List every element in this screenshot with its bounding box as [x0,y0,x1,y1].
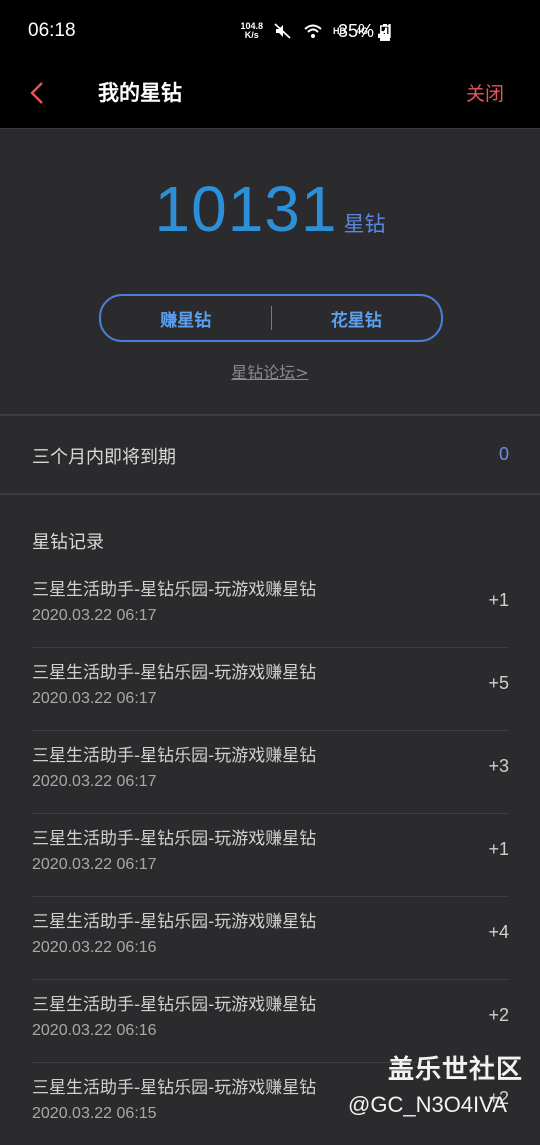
record-item[interactable]: 三星生活助手-星钻乐园-玩游戏赚星钻 2020.03.22 06:17 +1 [32,565,509,648]
record-amount: +4 [488,922,509,942]
record-amount: +1 [488,590,509,610]
watermark-user: @GC_N3O4IVA [348,1092,507,1117]
record-title: 三星生活助手-星钻乐园-玩游戏赚星钻 [32,746,317,766]
record-amount: +1 [488,839,509,859]
record-time: 2020.03.22 06:17 [32,690,157,707]
status-time: 06:18 [28,20,76,41]
record-title: 三星生活助手-星钻乐园-玩游戏赚星钻 [32,912,317,932]
battery-percent: 35% [338,21,375,41]
record-time: 2020.03.22 06:15 [32,1105,157,1122]
app-bar: 我的星钻 关闭 [0,62,540,128]
record-time: 2020.03.22 06:16 [32,939,157,956]
close-button[interactable]: 关闭 [466,79,504,106]
record-item[interactable]: 三星生活助手-星钻乐园-玩游戏赚星钻 2020.03.22 06:16 +4 [32,897,509,980]
record-amount: +2 [488,1005,509,1025]
page-title: 我的星钻 [98,81,182,105]
wifi-icon [304,24,322,38]
balance-amount: 10131 [154,173,338,245]
record-amount: +3 [488,756,509,776]
back-button[interactable] [22,76,52,110]
records-title: 星钻记录 [32,532,104,553]
record-title: 三星生活助手-星钻乐园-玩游戏赚星钻 [32,995,317,1015]
record-title: 三星生活助手-星钻乐园-玩游戏赚星钻 [32,580,317,600]
spend-button[interactable]: 花星钻 [272,306,442,331]
record-time: 2020.03.22 06:17 [32,773,157,790]
balance-display: 10131 星钻 [0,172,540,246]
watermark-title: 盖乐世社区 [388,1055,524,1085]
record-time: 2020.03.22 06:17 [32,856,157,873]
header-divider [0,128,540,129]
record-time: 2020.03.22 06:17 [32,607,157,624]
expiring-value: 0 [498,444,509,464]
mute-icon [274,23,291,39]
record-amount: +5 [488,673,509,693]
record-item[interactable]: 三星生活助手-星钻乐园-玩游戏赚星钻 2020.03.22 06:17 +3 [32,731,509,814]
net-speed: 104.8 K/s [240,21,263,40]
record-title: 三星生活助手-星钻乐园-玩游戏赚星钻 [32,663,317,683]
battery-charging-icon [380,24,390,41]
record-title: 三星生活助手-星钻乐园-玩游戏赚星钻 [32,1078,317,1098]
balance-unit: 星钻 [343,212,386,236]
record-item[interactable]: 三星生活助手-星钻乐园-玩游戏赚星钻 2020.03.22 06:17 +5 [32,648,509,731]
expiring-row: 三个月内即将到期 0 [0,416,540,494]
expiring-label: 三个月内即将到期 [32,447,176,468]
record-item[interactable]: 三星生活助手-星钻乐园-玩游戏赚星钻 2020.03.22 06:17 +1 [32,814,509,897]
forum-link[interactable]: 星钻论坛> [0,359,540,383]
earn-button[interactable]: 赚星钻 [101,306,271,331]
chevron-left-icon [30,82,43,104]
action-pill: 赚星钻 花星钻 [99,294,443,342]
status-bar: 06:18 104.8 K/s HD 4G 35% [0,0,540,62]
record-title: 三星生活助手-星钻乐园-玩游戏赚星钻 [32,829,317,849]
section-divider [0,493,540,495]
record-time: 2020.03.22 06:16 [32,1022,157,1039]
